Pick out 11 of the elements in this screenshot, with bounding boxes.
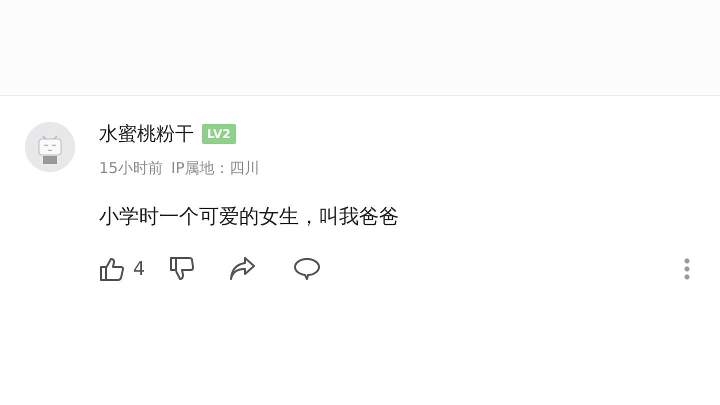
- comment-time: 15小时前: [99, 158, 164, 178]
- level-badge: LV2: [202, 124, 236, 144]
- comment-text: 小学时一个可爱的女生，叫我爸爸: [99, 203, 400, 230]
- share-icon[interactable]: [229, 257, 258, 282]
- like-count: 4: [133, 257, 146, 282]
- thumbs-up-icon[interactable]: [99, 256, 125, 282]
- comment-icon[interactable]: [293, 257, 322, 282]
- ip-location: IP属地：四川: [171, 158, 260, 178]
- more-options-icon[interactable]: [684, 258, 690, 280]
- thumbs-down-icon[interactable]: [169, 256, 196, 282]
- username[interactable]: 水蜜桃粉干: [99, 120, 194, 148]
